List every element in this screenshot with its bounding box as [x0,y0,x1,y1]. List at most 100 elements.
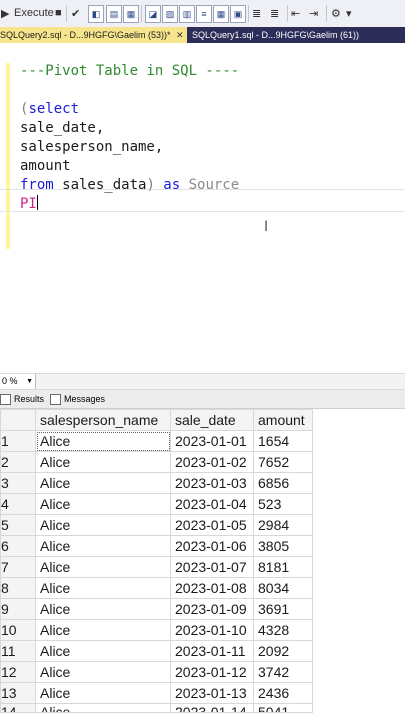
row-number[interactable]: 12 [0,661,36,683]
row-number[interactable]: 9 [0,598,36,620]
cell-amount[interactable]: 3805 [253,535,313,557]
results-grid[interactable]: salesperson_name sale_date amount 1 Alice… [0,409,405,720]
tab-messages[interactable]: Messages [50,390,105,408]
chevron-down-icon[interactable]: ▼ [26,374,33,389]
stop-icon[interactable]: ■ [55,5,62,21]
cell-amount[interactable]: 8181 [253,556,313,578]
live-stats-icon[interactable]: ▨ [162,5,178,23]
column-header-salesperson-name[interactable]: salesperson_name [35,409,171,431]
tab-results[interactable]: Results [0,390,44,408]
cell-amount[interactable]: 4328 [253,619,313,641]
cell-salesperson-name[interactable]: Alice [35,556,171,578]
table-row-partial[interactable]: 14 Alice 2023-01-14 5041 [0,703,313,713]
cell-sale-date[interactable]: 2023-01-08 [170,577,254,599]
table-row[interactable]: 12 Alice 2023-01-12 3742 [0,661,313,683]
results-grid-icon[interactable]: ▦ [213,5,229,23]
results-text-icon[interactable]: ≡ [196,5,212,23]
row-number[interactable]: 4 [0,493,36,515]
cell-amount[interactable]: 2436 [253,682,313,704]
cell-sale-date[interactable]: 2023-01-01 [170,430,254,452]
dropdown-arrow-icon[interactable]: ▾ [346,5,352,21]
cell-sale-date[interactable]: 2023-01-13 [170,682,254,704]
cell-sale-date[interactable]: 2023-01-14 [170,703,254,713]
row-number[interactable]: 6 [0,535,36,557]
table-row[interactable]: 5 Alice 2023-01-05 2984 [0,514,313,536]
debug-icon[interactable]: ◧ [88,5,104,23]
cell-salesperson-name[interactable]: Alice [35,703,171,713]
table-row[interactable]: 6 Alice 2023-01-06 3805 [0,535,313,557]
table-row[interactable]: 10 Alice 2023-01-10 4328 [0,619,313,641]
column-header-sale-date[interactable]: sale_date [170,409,254,431]
row-number[interactable]: 8 [0,577,36,599]
cell-salesperson-name[interactable]: Alice [35,451,171,473]
decrease-indent-icon[interactable]: ⇤ [291,5,300,21]
cell-sale-date[interactable]: 2023-01-10 [170,619,254,641]
comment-icon[interactable]: ≣ [252,5,261,21]
row-number[interactable]: 11 [0,640,36,662]
column-header-amount[interactable]: amount [253,409,313,431]
cell-sale-date[interactable]: 2023-01-02 [170,451,254,473]
cell-salesperson-name[interactable]: Alice [35,577,171,599]
table-row[interactable]: 9 Alice 2023-01-09 3691 [0,598,313,620]
cell-amount[interactable]: 8034 [253,577,313,599]
table-row[interactable]: 11 Alice 2023-01-11 2092 [0,640,313,662]
cell-sale-date[interactable]: 2023-01-11 [170,640,254,662]
cell-sale-date[interactable]: 2023-01-09 [170,598,254,620]
code-block[interactable]: ---Pivot Table in SQL ---- (select sale_… [20,62,239,214]
table-row[interactable]: 8 Alice 2023-01-08 8034 [0,577,313,599]
table-row[interactable]: 3 Alice 2023-01-03 6856 [0,472,313,494]
cell-salesperson-name[interactable]: Alice [35,598,171,620]
cell-sale-date[interactable]: 2023-01-05 [170,514,254,536]
cell-salesperson-name[interactable]: Alice [35,430,171,452]
cell-salesperson-name[interactable]: Alice [35,514,171,536]
display-plan-icon[interactable]: ▤ [106,5,122,23]
execute-icon[interactable]: ▶ [1,5,9,21]
cell-salesperson-name[interactable]: Alice [35,682,171,704]
cell-sale-date[interactable]: 2023-01-03 [170,472,254,494]
row-number[interactable]: 2 [0,451,36,473]
cell-amount[interactable]: 2092 [253,640,313,662]
cell-sale-date[interactable]: 2023-01-06 [170,535,254,557]
cell-salesperson-name[interactable]: Alice [35,640,171,662]
cell-sale-date[interactable]: 2023-01-04 [170,493,254,515]
cell-sale-date[interactable]: 2023-01-07 [170,556,254,578]
zoom-select[interactable]: 0 % ▼ [0,374,36,389]
cell-amount[interactable]: 1654 [253,430,313,452]
cell-salesperson-name[interactable]: Alice [35,619,171,641]
query-editor[interactable]: ---Pivot Table in SQL ---- (select sale_… [0,43,405,373]
table-row[interactable]: 2 Alice 2023-01-02 7652 [0,451,313,473]
cell-amount[interactable]: 2984 [253,514,313,536]
close-tab-icon[interactable]: ✕ [176,27,184,43]
cell-salesperson-name[interactable]: Alice [35,493,171,515]
table-row[interactable]: 1 Alice 2023-01-01 1654 [0,430,313,452]
row-number[interactable]: 1 [0,430,36,452]
tab-sqlquery1[interactable]: SQLQuery1.sql - D...9HGFG\Gaelim (61)) [192,27,405,43]
row-number[interactable]: 5 [0,514,36,536]
query-options-icon[interactable]: ▦ [123,5,139,23]
row-number[interactable]: 3 [0,472,36,494]
table-row[interactable]: 4 Alice 2023-01-04 523 [0,493,313,515]
uncomment-icon[interactable]: ≣ [270,5,279,21]
tab-sqlquery2[interactable]: SQLQuery2.sql - D...9HGFG\Gaelim (53))* [0,27,187,43]
row-number[interactable]: 7 [0,556,36,578]
row-number[interactable]: 14 [0,703,36,713]
row-number-header[interactable] [0,409,36,431]
cell-amount[interactable]: 3742 [253,661,313,683]
results-file-icon[interactable]: ▣ [230,5,246,23]
row-number[interactable]: 10 [0,619,36,641]
row-number[interactable]: 13 [0,682,36,704]
cell-amount[interactable]: 6856 [253,472,313,494]
increase-indent-icon[interactable]: ⇥ [309,5,318,21]
cell-salesperson-name[interactable]: Alice [35,472,171,494]
cell-salesperson-name[interactable]: Alice [35,661,171,683]
cell-salesperson-name[interactable]: Alice [35,535,171,557]
cell-amount[interactable]: 523 [253,493,313,515]
table-row[interactable]: 7 Alice 2023-01-07 8181 [0,556,313,578]
execute-button[interactable]: Execute [14,5,54,21]
parse-checkmark-icon[interactable]: ✔ [71,5,80,21]
include-plan-icon[interactable]: ◪ [145,5,161,23]
table-row[interactable]: 13 Alice 2023-01-13 2436 [0,682,313,704]
specify-values-icon[interactable]: ⚙ [331,5,341,21]
cell-amount[interactable]: 5041 [253,703,313,713]
cell-amount[interactable]: 7652 [253,451,313,473]
